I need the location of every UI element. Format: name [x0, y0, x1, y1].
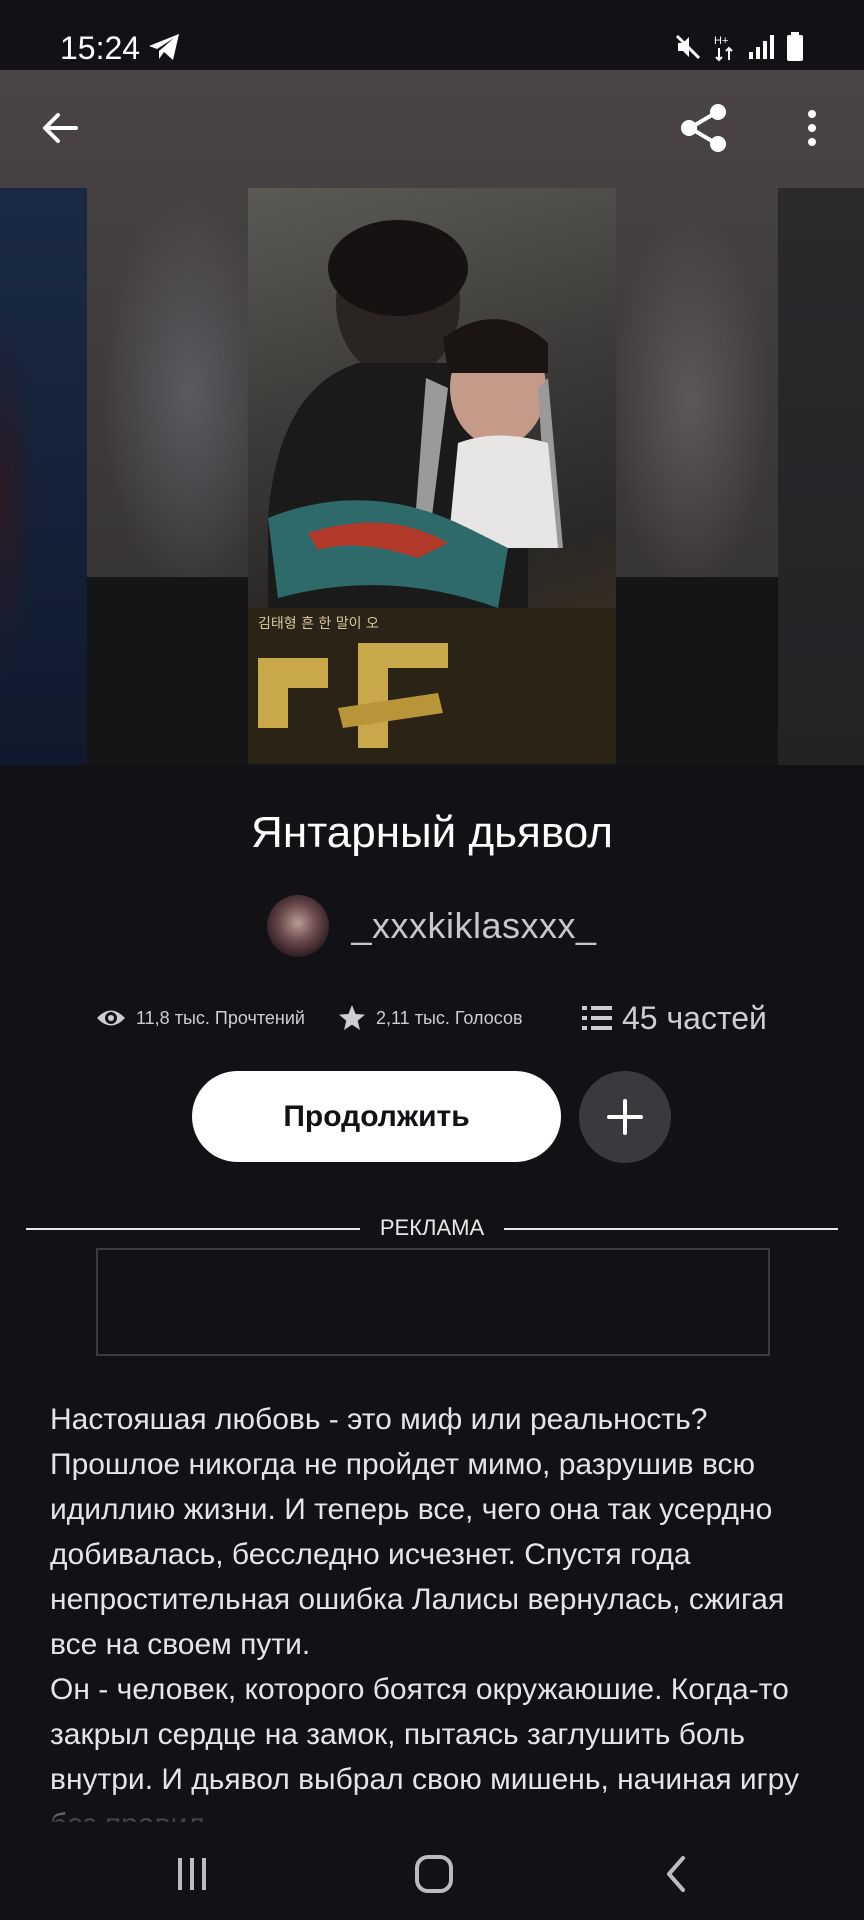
back-button[interactable] — [30, 98, 90, 158]
back-nav-button[interactable] — [636, 1842, 716, 1906]
story-stats: 11,8 тыс. Прочтений 2,11 тыс. Голосов 45… — [0, 996, 864, 1040]
telegram-icon — [149, 34, 179, 60]
share-button[interactable] — [674, 98, 734, 158]
mute-icon — [675, 34, 701, 60]
ad-divider: РЕКЛАМА — [26, 1215, 838, 1245]
cover-artwork: 김태형 흔 한 말이 오 — [248, 220, 616, 764]
votes-stat: 2,11 тыс. Голосов — [338, 996, 523, 1040]
cover-subtitle: 김태형 흔 한 말이 오 — [258, 616, 379, 632]
eye-icon — [97, 1010, 125, 1026]
reads-count: 11,8 тыс. Прочтений — [136, 1007, 305, 1028]
status-time: 15:24 — [60, 30, 141, 66]
home-icon — [415, 1855, 453, 1893]
status-icons: H+ — [674, 30, 804, 64]
author-row[interactable]: _xxxkiklasxxx_ — [0, 894, 864, 958]
add-to-library-button[interactable] — [579, 1071, 671, 1163]
background-blur — [610, 210, 770, 590]
data-transfer-icon: H+ — [714, 35, 733, 62]
story-title: Янтарный дьявол — [251, 808, 613, 857]
ad-label: РЕКЛАМА — [379, 1215, 485, 1240]
more-options-button[interactable] — [782, 98, 842, 158]
back-arrow-icon — [43, 113, 78, 143]
ad-banner[interactable] — [96, 1248, 770, 1356]
author-avatar[interactable] — [267, 895, 330, 957]
story-description: Настояшая любовь - это миф или реальност… — [50, 1403, 799, 1822]
next-cover[interactable] — [778, 188, 864, 765]
battery-icon — [787, 32, 803, 61]
system-navigation-bar — [0, 1830, 864, 1920]
list-icon — [582, 1006, 612, 1030]
plus-icon — [607, 1099, 643, 1135]
recent-apps-button[interactable] — [152, 1842, 232, 1906]
author-name[interactable]: _xxxkiklasxxx_ — [351, 905, 596, 947]
signal-icon — [749, 35, 774, 59]
recent-apps-icon — [178, 1858, 206, 1890]
votes-count: 2,11 тыс. Голосов — [376, 1007, 523, 1028]
share-icon — [681, 104, 726, 152]
star-icon — [339, 1005, 365, 1030]
svg-text:H+: H+ — [714, 35, 728, 47]
continue-reading-button[interactable]: Продолжить — [192, 1071, 561, 1162]
back-icon — [667, 1856, 685, 1892]
parts-stat[interactable]: 45 частей — [582, 996, 767, 1040]
parts-count[interactable]: 45 частей — [622, 1000, 767, 1037]
reads-stat: 11,8 тыс. Прочтений — [96, 996, 305, 1040]
previous-cover[interactable] — [0, 188, 87, 765]
story-cover[interactable]: 김태형 흔 한 말이 오 — [248, 188, 616, 764]
home-button[interactable] — [394, 1842, 474, 1906]
status-bar: 15:24 H+ — [0, 0, 864, 70]
more-vertical-icon — [808, 110, 816, 146]
